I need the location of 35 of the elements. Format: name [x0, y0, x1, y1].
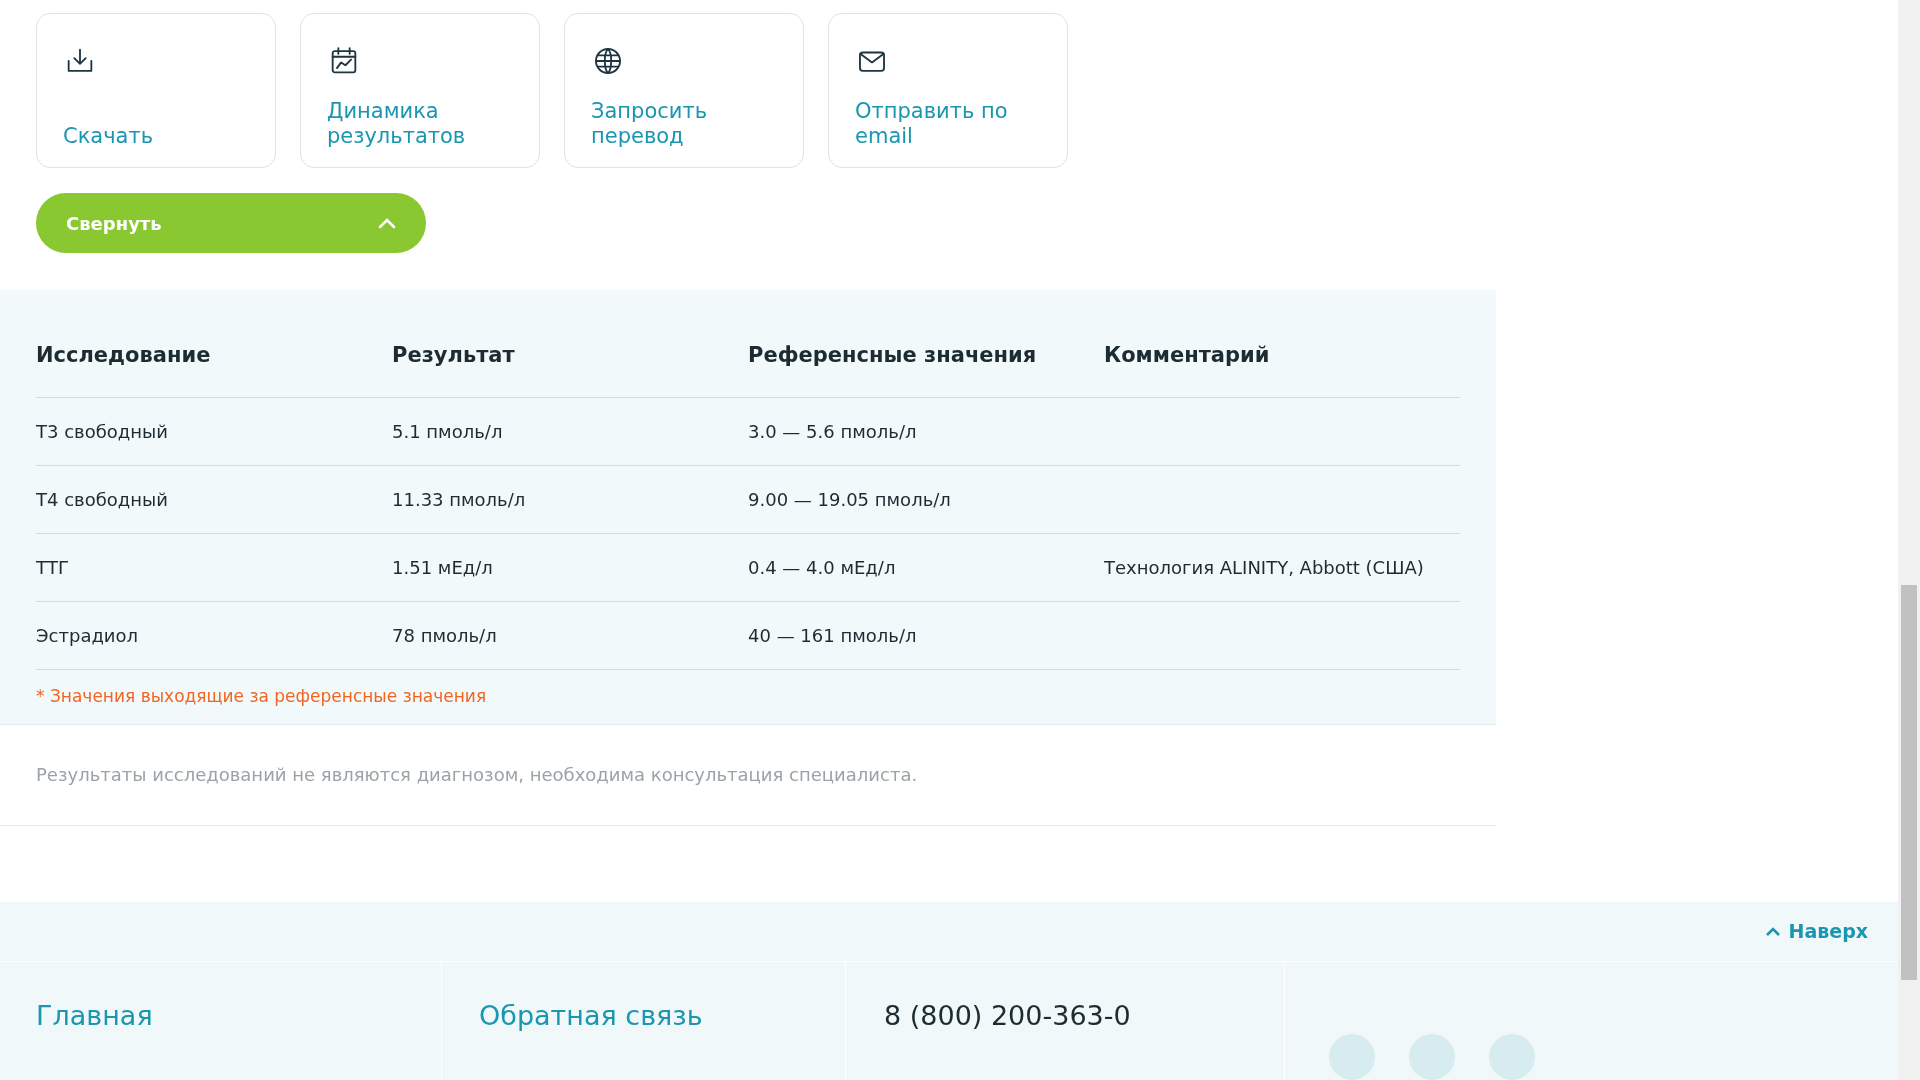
table-cell: 0.4 — 4.0 мЕд/л — [748, 557, 896, 578]
column-header: Референсные значения — [748, 342, 1038, 369]
action-card[interactable]: Отправить по email — [828, 13, 1068, 168]
column-header: Результат — [392, 342, 516, 369]
column-header: Комментарий — [1104, 342, 1271, 369]
scrollbar-thumb[interactable] — [1901, 585, 1917, 980]
social-icon[interactable] — [1409, 1034, 1455, 1080]
table-cell: Эстрадиол — [36, 625, 139, 646]
table-cell: 3.0 — 5.6 пмоль/л — [748, 421, 917, 442]
footnote: * Значения выходящие за референсные значения — [36, 685, 488, 708]
table-cell: 11.33 пмоль/л — [392, 489, 526, 510]
footer-link[interactable]: Главная — [36, 1000, 153, 1031]
chevron-up-icon — [378, 217, 396, 229]
chevron-up-icon — [1764, 926, 1781, 937]
action-card[interactable]: Запросить перевод — [564, 13, 804, 168]
action-card[interactable]: Скачать — [36, 13, 276, 168]
collapse-button[interactable]: Свернуть — [36, 193, 426, 253]
table-cell: 1.51 мЕд/л — [392, 557, 493, 578]
table-cell: Т4 свободный — [36, 489, 168, 510]
disclaimer-text: Результаты исследований не являются диагнозом, необходима консультация специалиста. — [36, 763, 918, 788]
table-cell: 5.1 пмоль/л — [392, 421, 503, 442]
table-cell: 40 — 161 пмоль/л — [748, 625, 917, 646]
table-cell: Технология ALINITY, Abbott (США) — [1104, 557, 1424, 578]
footer-link[interactable]: Обратная связь — [479, 1000, 703, 1031]
scrollbar[interactable] — [1898, 0, 1920, 1080]
back-to-top-link[interactable]: Наверх — [1764, 917, 1868, 946]
table-cell: 78 пмоль/л — [392, 625, 497, 646]
action-card[interactable]: Динамика результатов — [300, 13, 540, 168]
table-cell: ТТГ — [36, 557, 69, 578]
social-icon[interactable] — [1329, 1034, 1375, 1080]
phone-number: 8 (800) 200-363-0 — [884, 1000, 1131, 1031]
column-header: Исследование — [36, 342, 212, 369]
table-cell: 9.00 — 19.05 пмоль/л — [748, 489, 951, 510]
table-cell: Т3 свободный — [36, 421, 168, 442]
social-icon[interactable] — [1489, 1034, 1535, 1080]
